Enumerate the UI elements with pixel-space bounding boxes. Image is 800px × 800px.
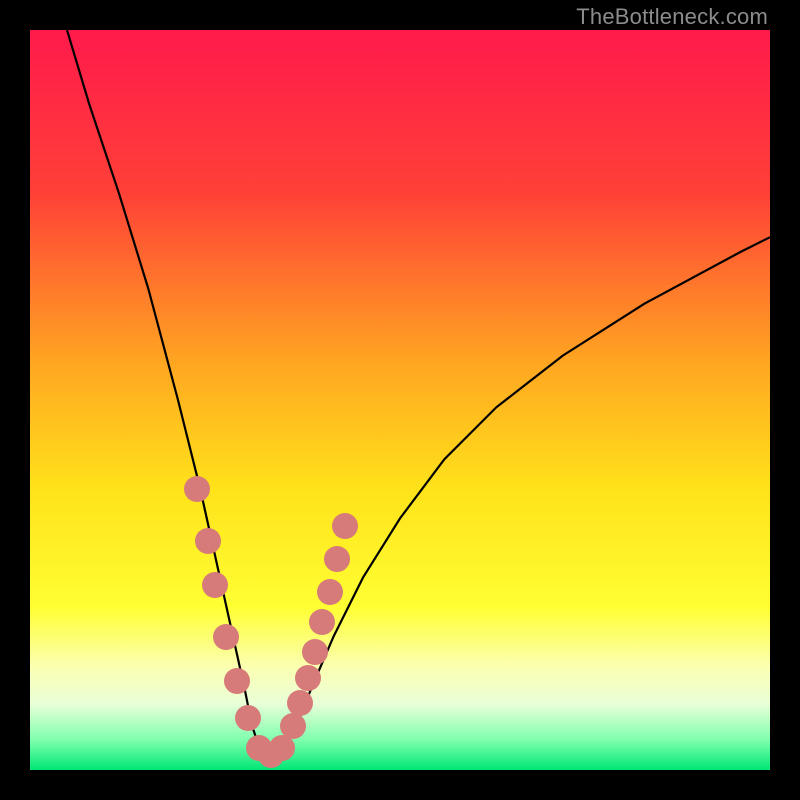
highlight-marker [202, 572, 228, 598]
curve-layer [30, 30, 770, 770]
highlight-marker [317, 579, 343, 605]
highlight-marker [184, 476, 210, 502]
highlight-marker [280, 713, 306, 739]
highlight-marker [332, 513, 358, 539]
highlight-marker [269, 735, 295, 761]
chart-frame: TheBottleneck.com [0, 0, 800, 800]
watermark-text: TheBottleneck.com [576, 4, 768, 30]
plot-area [30, 30, 770, 770]
highlight-marker [295, 665, 321, 691]
highlight-marker [302, 639, 328, 665]
highlight-marker [195, 528, 221, 554]
highlight-marker [213, 624, 239, 650]
highlight-marker [324, 546, 350, 572]
bottleneck-curve [67, 30, 770, 755]
